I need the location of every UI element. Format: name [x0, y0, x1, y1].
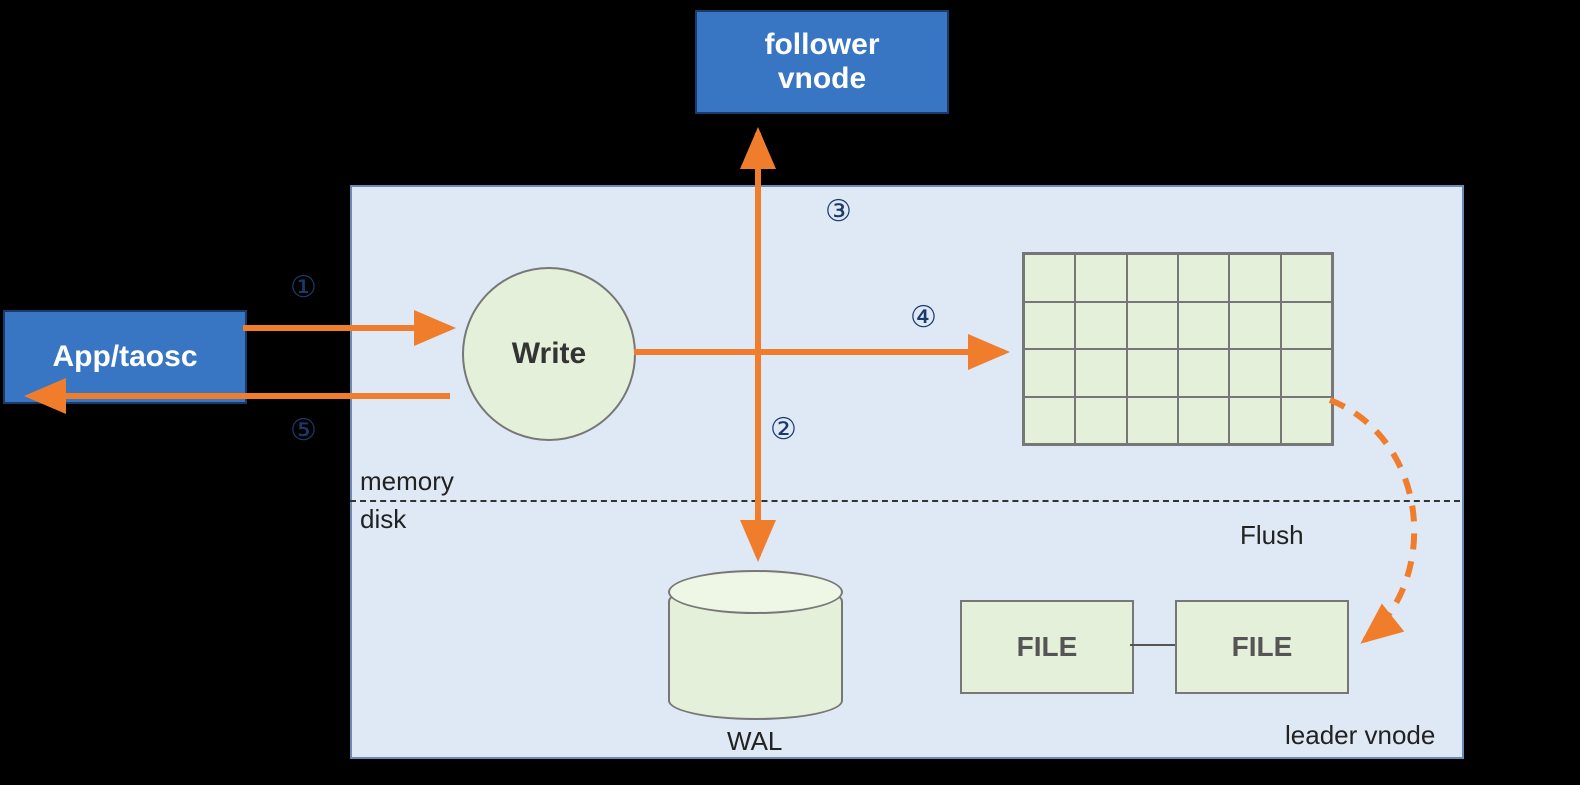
- step-2: ②: [770, 412, 797, 447]
- disk-label: disk: [360, 504, 406, 535]
- app-taosc-node: App/taosc: [3, 310, 247, 404]
- leader-vnode-label: leader vnode: [1285, 720, 1435, 751]
- step-5: ⑤: [290, 413, 317, 448]
- follower-label-line1: follower: [764, 28, 879, 63]
- memory-buffer-grid: [1022, 252, 1334, 446]
- memory-disk-separator: [350, 500, 1460, 502]
- follower-label-line2: vnode: [764, 62, 879, 97]
- flush-label: Flush: [1240, 520, 1304, 551]
- file-box-2: FILE: [1175, 600, 1349, 694]
- app-taosc-label: App/taosc: [52, 340, 197, 374]
- memory-label: memory: [360, 466, 454, 497]
- file-label-2: FILE: [1232, 631, 1293, 663]
- follower-vnode-node: follower vnode: [695, 10, 949, 114]
- step-3: ③: [825, 194, 852, 229]
- write-node: Write: [462, 267, 636, 441]
- step-4: ④: [910, 300, 937, 335]
- memory-buffer-grid-cells: [1024, 254, 1332, 444]
- file-box-1: FILE: [960, 600, 1134, 694]
- file-connector: [1130, 644, 1175, 646]
- file-label-1: FILE: [1017, 631, 1078, 663]
- wal-label: WAL: [727, 726, 782, 757]
- write-label: Write: [512, 337, 586, 371]
- wal-cylinder: [668, 570, 843, 720]
- step-1: ①: [290, 270, 317, 305]
